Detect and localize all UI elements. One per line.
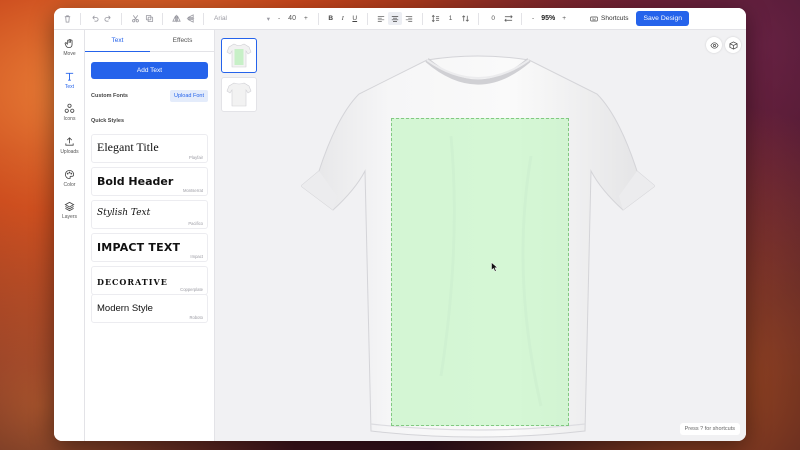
toolbar-divider xyxy=(421,12,423,25)
italic-button[interactable]: I xyxy=(337,15,349,22)
design-canvas[interactable]: Press ? for shortcuts xyxy=(215,30,746,441)
hand-icon xyxy=(64,38,73,49)
redo-icon[interactable] xyxy=(101,12,115,26)
3d-view-icon[interactable] xyxy=(725,37,741,53)
print-area[interactable] xyxy=(391,118,569,426)
rail-label-color: Color xyxy=(63,182,76,188)
upload-icon xyxy=(65,137,74,146)
toolbar-divider xyxy=(80,12,81,25)
rail-label-move: Move xyxy=(63,51,76,57)
toolbar-divider xyxy=(521,12,523,25)
rail-item-color[interactable]: Color xyxy=(54,169,85,188)
align-right-button[interactable] xyxy=(402,12,416,25)
quick-styles-label: Quick Styles xyxy=(91,118,125,124)
line-height-value[interactable]: 1 xyxy=(443,15,459,22)
font-size-increase-button[interactable]: + xyxy=(300,15,312,22)
shortcuts-hint: Press ? for shortcuts xyxy=(679,423,740,435)
quick-style-sample: Elegant Title xyxy=(97,140,159,154)
line-height-icon xyxy=(429,12,443,26)
tab-text[interactable]: Text xyxy=(85,30,150,52)
tool-rail: Move Text Icons Uploads Color Layers xyxy=(54,30,85,441)
zoom-level: 95% xyxy=(541,15,556,22)
rail-item-layers[interactable]: Layers xyxy=(54,201,85,220)
mouse-cursor-icon xyxy=(491,262,499,272)
quick-style-sample: Bold Header xyxy=(97,175,174,188)
font-family-select[interactable]: Arial ▾ xyxy=(210,12,274,25)
undo-icon[interactable] xyxy=(87,12,101,26)
line-height-stepper-icon[interactable] xyxy=(458,12,472,26)
product-thumbnail-back[interactable] xyxy=(221,77,257,112)
product-thumbnail-front[interactable] xyxy=(221,38,257,73)
toolbar-divider xyxy=(203,12,204,25)
duplicate-icon[interactable] xyxy=(142,12,156,26)
rail-label-text: Text xyxy=(64,84,75,90)
bold-button[interactable]: B xyxy=(325,15,337,22)
quick-style-font: Copperplate xyxy=(180,287,203,292)
toolbar-divider xyxy=(366,12,368,25)
design-editor-window: Arial ▾ - 40 + B I U 1 0 - 95% + Shortcu… xyxy=(54,8,746,441)
quick-style-font: Montserrat xyxy=(182,188,203,193)
keyboard-icon xyxy=(590,16,598,21)
upload-font-button[interactable]: Upload Font xyxy=(170,90,208,102)
rail-label-uploads: Uploads xyxy=(60,149,79,155)
toolbar-divider xyxy=(478,12,480,25)
quick-style-sample: DECORATIVE xyxy=(97,277,168,287)
chevron-down-icon: ▾ xyxy=(266,15,270,23)
toolbar-divider xyxy=(121,12,122,25)
cut-icon[interactable] xyxy=(128,12,142,26)
quick-style-card[interactable]: DECORATIVE Copperplate xyxy=(91,266,208,295)
quick-style-font: Impact xyxy=(190,254,203,259)
zoom-out-button[interactable]: - xyxy=(528,15,538,22)
text-panel: Text Effects Add Text Custom Fonts Uploa… xyxy=(85,30,215,441)
quick-style-sample: Stylish Text xyxy=(97,208,151,218)
quick-style-card[interactable]: Elegant Title Playfair xyxy=(91,134,208,163)
quick-style-card[interactable]: IMPACT TEXT Impact xyxy=(91,233,208,262)
font-size-value[interactable]: 40 xyxy=(284,15,300,22)
letter-spacing-value[interactable]: 0 xyxy=(485,15,501,22)
rail-item-move[interactable]: Move xyxy=(54,38,85,57)
quick-style-card[interactable]: Modern Style Roboto xyxy=(91,294,208,323)
toolbar-divider xyxy=(162,12,163,25)
rail-item-icons[interactable]: Icons xyxy=(54,103,85,122)
quick-style-font: Roboto xyxy=(189,315,203,320)
shapes-icon xyxy=(64,103,75,113)
panel-tabs: Text Effects xyxy=(85,30,215,52)
quick-style-sample: IMPACT TEXT xyxy=(97,241,181,254)
align-center-button[interactable] xyxy=(387,12,402,25)
quick-style-font: Playfair xyxy=(189,155,203,160)
rail-label-layers: Layers xyxy=(61,214,77,220)
palette-icon xyxy=(64,169,75,180)
flip-vertical-icon[interactable] xyxy=(183,12,197,26)
custom-fonts-label: Custom Fonts xyxy=(91,93,128,99)
tshirt-thumbnail-icon xyxy=(226,43,252,68)
font-size-decrease-button[interactable]: - xyxy=(274,15,284,22)
text-icon xyxy=(65,72,74,81)
shortcuts-button[interactable]: Shortcuts xyxy=(590,15,628,23)
add-text-button[interactable]: Add Text xyxy=(91,62,208,79)
zoom-in-button[interactable]: + xyxy=(558,15,570,22)
rail-item-uploads[interactable]: Uploads xyxy=(54,136,85,155)
layers-icon xyxy=(64,201,75,212)
trash-icon[interactable] xyxy=(60,12,74,26)
underline-button[interactable]: U xyxy=(349,15,361,22)
rail-item-text[interactable]: Text xyxy=(54,71,85,90)
quick-style-card[interactable]: Stylish Text Pacifico xyxy=(91,200,208,229)
letter-spacing-icon[interactable] xyxy=(501,12,515,26)
shortcuts-label: Shortcuts xyxy=(601,15,629,22)
save-design-button[interactable]: Save Design xyxy=(636,11,690,26)
eye-icon[interactable] xyxy=(706,37,722,53)
toolbar-divider xyxy=(317,12,319,25)
quick-style-font: Pacifico xyxy=(188,221,203,226)
flip-horizontal-icon[interactable] xyxy=(169,12,183,26)
quick-style-sample: Modern Style xyxy=(97,303,153,314)
toolbar: Arial ▾ - 40 + B I U 1 0 - 95% + Shortcu… xyxy=(54,8,746,30)
rail-label-icons: Icons xyxy=(63,116,76,122)
tshirt-thumbnail-icon xyxy=(226,82,252,107)
custom-fonts-row: Custom Fonts Upload Font xyxy=(91,90,208,102)
quick-style-card[interactable]: Bold Header Montserrat xyxy=(91,167,208,196)
tab-effects[interactable]: Effects xyxy=(150,30,215,52)
font-family-value: Arial xyxy=(214,15,228,22)
align-left-button[interactable] xyxy=(374,12,388,25)
